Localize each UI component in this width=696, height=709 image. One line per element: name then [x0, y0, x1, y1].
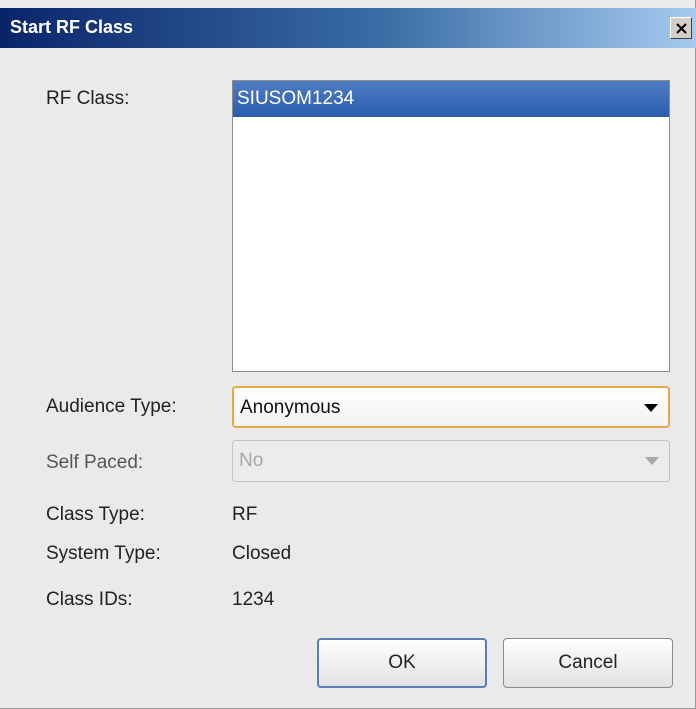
- self-paced-label: Self Paced:: [46, 452, 144, 473]
- class-ids-label: Class IDs:: [46, 589, 133, 610]
- chevron-down-icon: [645, 457, 659, 465]
- rf-class-listbox[interactable]: SIUSOM1234: [232, 80, 670, 372]
- self-paced-value: No: [239, 450, 264, 471]
- audience-type-label: Audience Type:: [46, 396, 177, 417]
- system-type-label: System Type:: [46, 543, 161, 564]
- window-title: Start RF Class: [10, 17, 134, 37]
- audience-type-value: Anonymous: [240, 397, 341, 418]
- class-ids-value: 1234: [232, 589, 275, 610]
- close-icon: [676, 23, 687, 34]
- list-item[interactable]: SIUSOM1234: [233, 81, 669, 117]
- class-type-value: RF: [232, 504, 258, 525]
- cancel-button[interactable]: Cancel: [503, 638, 673, 688]
- chevron-down-icon[interactable]: [644, 404, 658, 412]
- rf-class-label: RF Class:: [46, 88, 130, 109]
- audience-type-select[interactable]: Anonymous: [232, 386, 670, 428]
- dialog-window: Start RF Class RF Class: SIUSOM1234 Audi…: [0, 0, 696, 709]
- title-bar[interactable]: Start RF Class: [0, 8, 696, 48]
- self-paced-select: No: [232, 440, 670, 482]
- ok-button[interactable]: OK: [317, 638, 487, 688]
- close-button[interactable]: [670, 17, 692, 39]
- system-type-value: Closed: [232, 543, 292, 564]
- class-type-label: Class Type:: [46, 504, 145, 525]
